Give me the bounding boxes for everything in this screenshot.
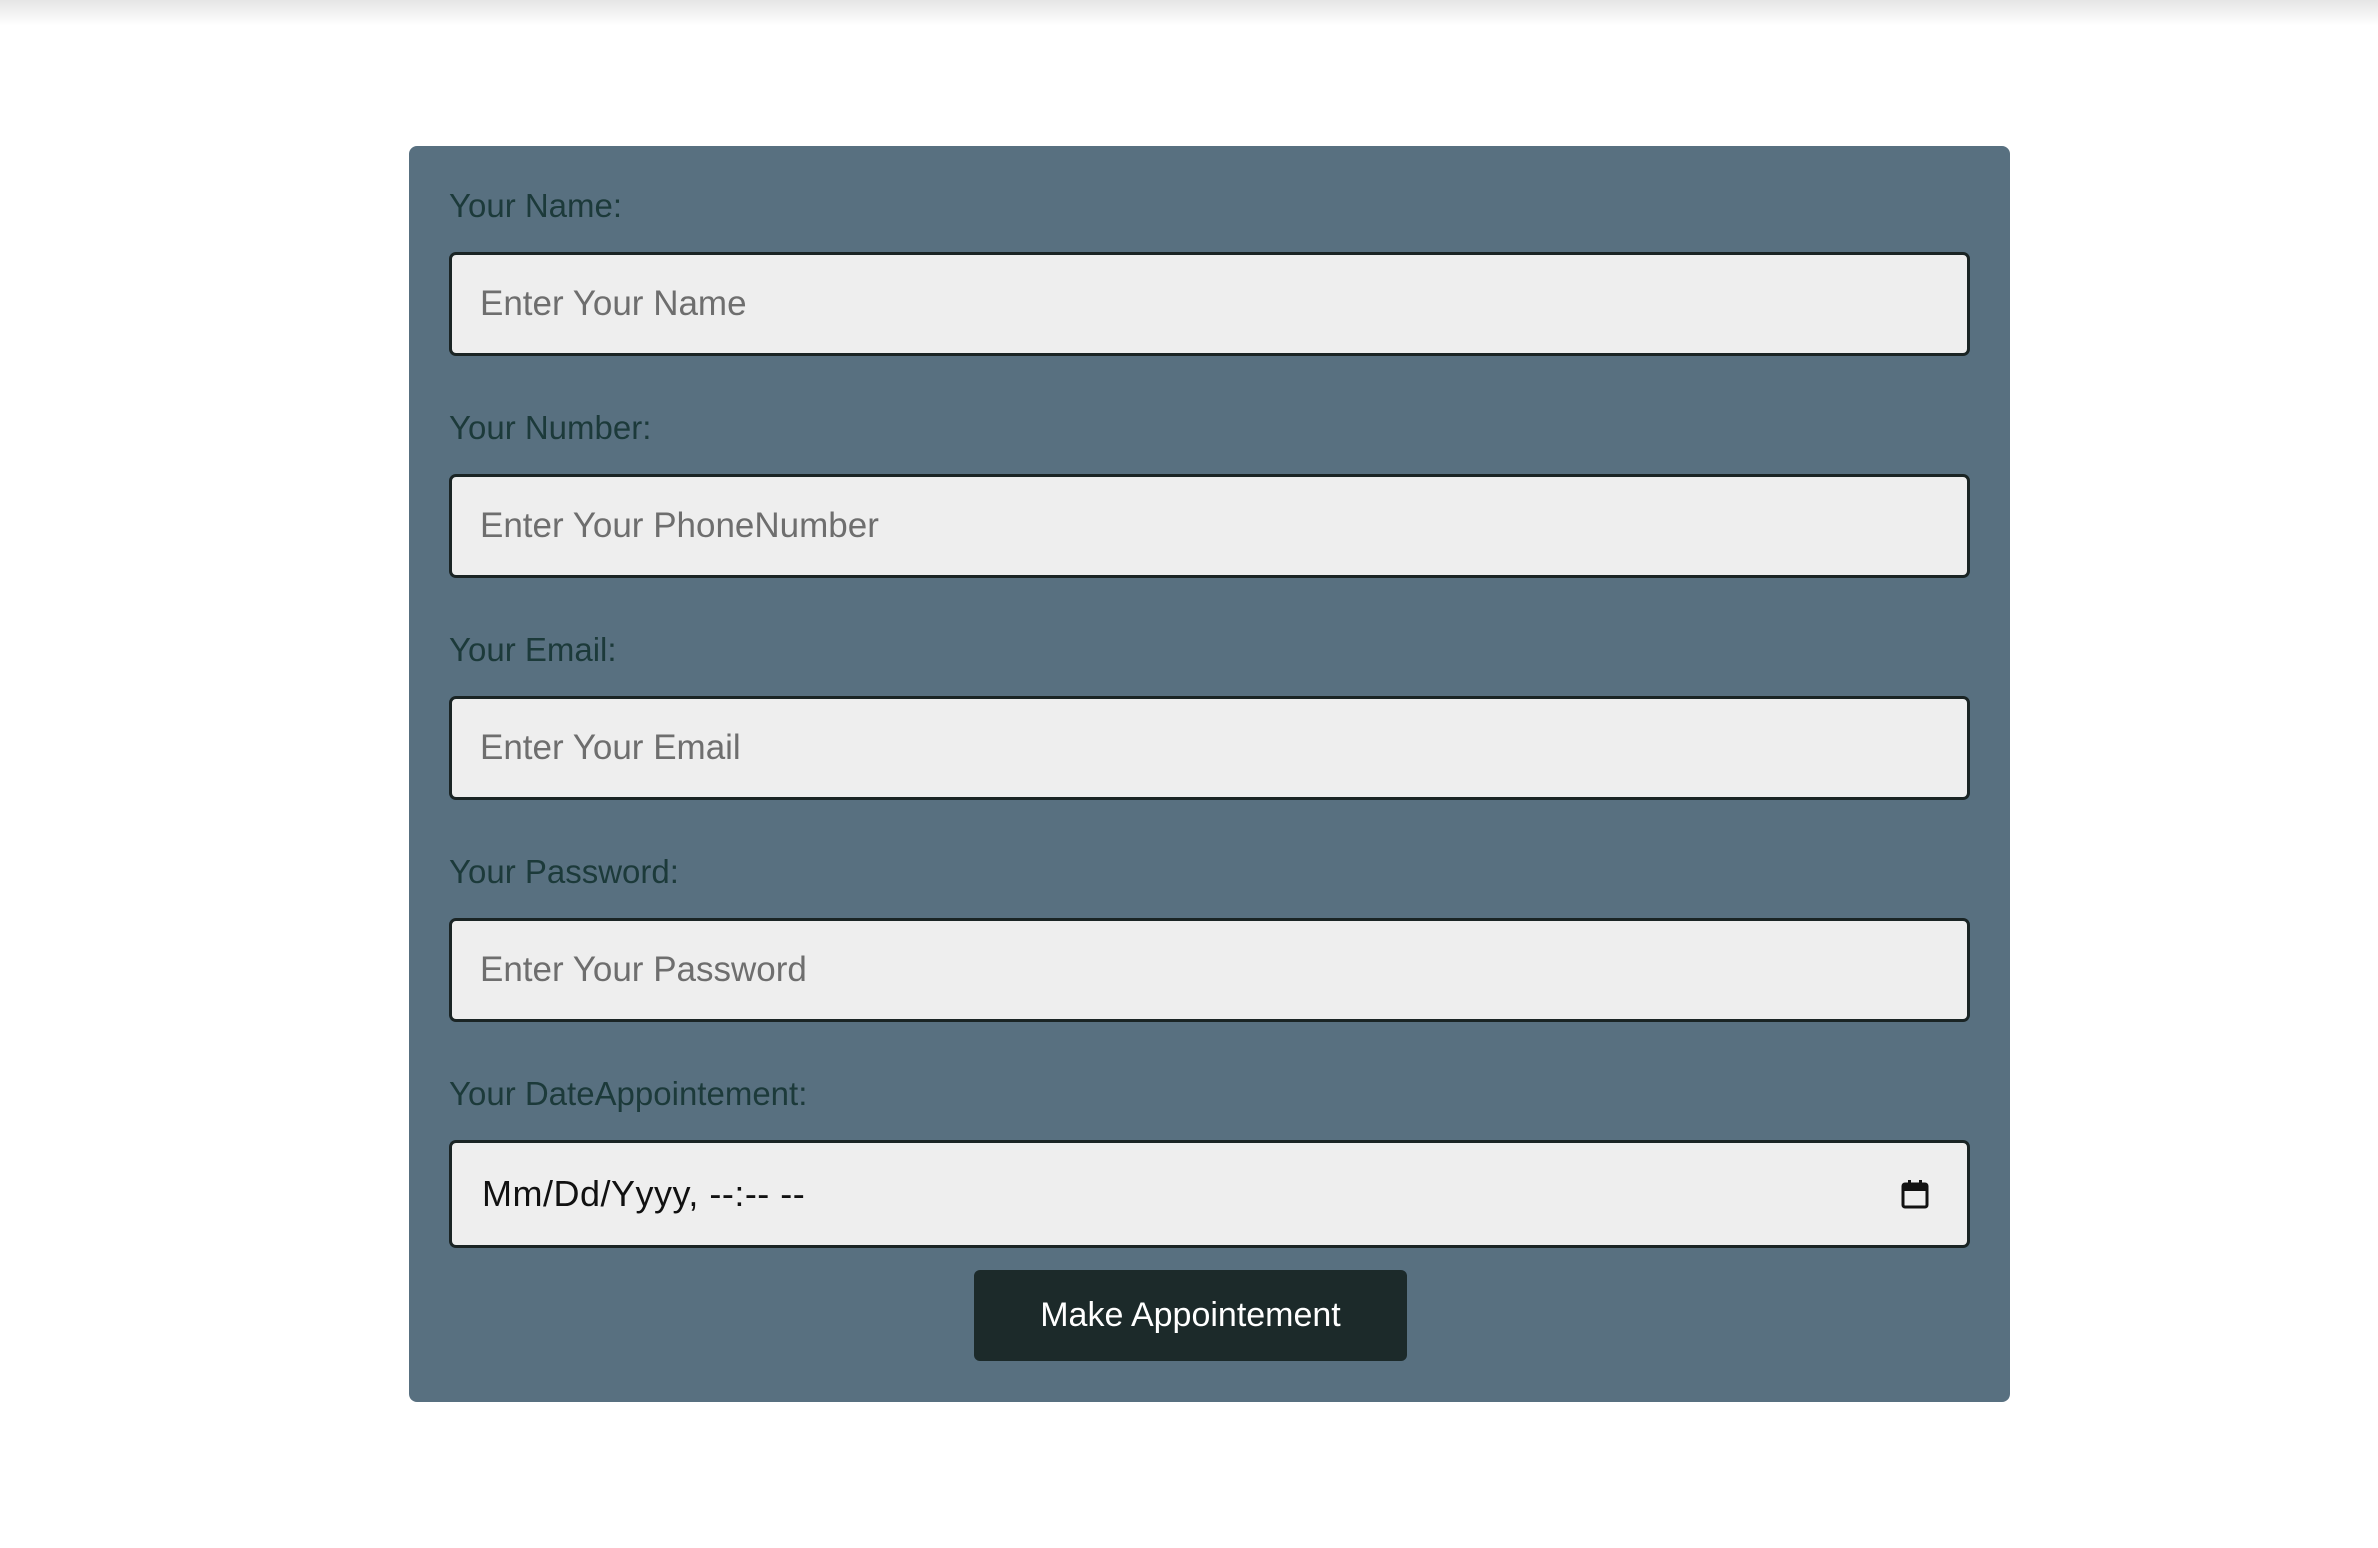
date-value-text: Mm/Dd/Yyyy, --:-- -- (482, 1173, 806, 1214)
password-group: Your Password: (449, 852, 1970, 1022)
name-input[interactable] (452, 255, 1967, 353)
calendar-icon[interactable] (1901, 1179, 1929, 1209)
number-group: Your Number: (449, 408, 1970, 578)
email-field-box (449, 696, 1970, 800)
password-field-box (449, 918, 1970, 1022)
email-group: Your Email: (449, 630, 1970, 800)
email-input[interactable] (452, 699, 1967, 797)
number-field-box (449, 474, 1970, 578)
date-appointment-input[interactable]: Mm/Dd/Yyyy, --:-- -- (449, 1140, 1970, 1248)
date-group: Your DateAppointement: Mm/Dd/Yyyy, --:--… (449, 1074, 1970, 1248)
date-label: Your DateAppointement: (449, 1075, 808, 1112)
name-field-box (449, 252, 1970, 356)
email-label: Your Email: (449, 631, 617, 668)
name-group: Your Name: (449, 186, 1970, 356)
make-appointment-button[interactable]: Make Appointement (974, 1270, 1407, 1361)
number-label: Your Number: (449, 409, 652, 446)
name-label: Your Name: (449, 187, 623, 224)
top-shadow (0, 0, 2378, 26)
password-input[interactable] (452, 921, 1967, 1019)
password-label: Your Password: (449, 853, 679, 890)
phone-number-input[interactable] (452, 477, 1967, 575)
appointment-form: Your Name: Your Number: Your Email: Your… (409, 146, 2010, 1402)
submit-row: Make Appointement (409, 1270, 2010, 1361)
